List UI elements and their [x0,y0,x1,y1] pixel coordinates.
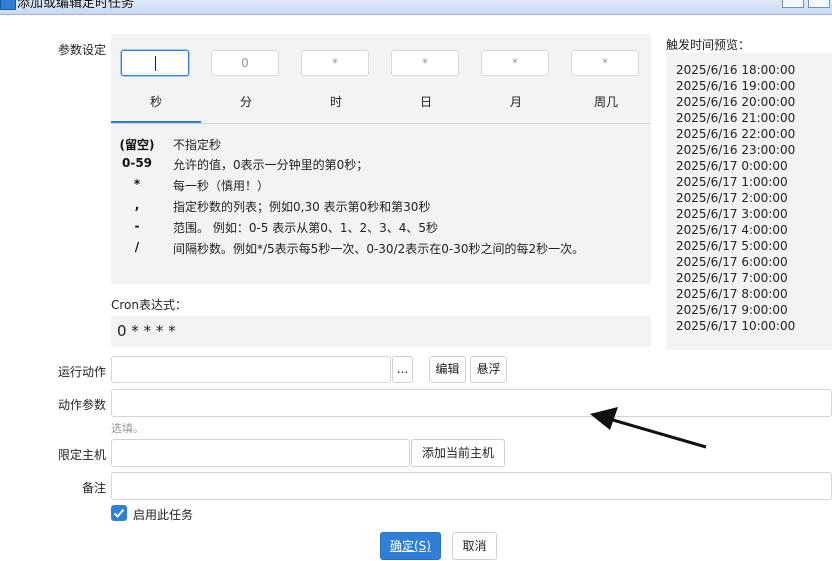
text-caret [154,56,156,71]
second-field[interactable] [121,50,189,76]
preview-item: 2025/6/17 8:00:00 [676,287,788,301]
app-icon [0,0,16,10]
host-input[interactable] [111,439,410,467]
preview-item: 2025/6/16 23:00:00 [676,143,796,157]
tab-divider [111,123,651,124]
action-params-input[interactable] [111,389,832,417]
action-input[interactable] [111,356,391,383]
cancel-button[interactable]: 取消 [452,532,497,560]
add-current-host-button[interactable]: 添加当前主机 [411,439,505,467]
window-title: 添加或编辑定时任务 [17,0,135,11]
preview-item: 2025/6/17 7:00:00 [676,271,788,285]
tab-weekday[interactable]: 周几 [561,93,651,121]
preview-item: 2025/6/17 9:00:00 [676,303,788,317]
minimize-icon[interactable] [782,0,804,8]
preview-title: 触发时间预览： [666,38,751,52]
ok-button[interactable]: 确定(S) [380,532,441,560]
hour-field[interactable]: * [301,50,369,76]
preview-item: 2025/6/17 0:00:00 [676,159,788,173]
pointer-arrow-icon [590,407,707,449]
preview-item: 2025/6/17 6:00:00 [676,255,788,269]
action-label: 运行动作 [58,365,107,379]
edit-button[interactable]: 编辑 [429,356,466,383]
preview-item: 2025/6/17 2:00:00 [676,191,788,205]
float-button[interactable]: 悬浮 [470,356,507,383]
window-titlebar: 添加或编辑定时任务 [0,0,832,15]
minute-field[interactable]: 0 [211,50,279,76]
params-label: 参数设定 [58,43,107,57]
preview-item: 2025/6/16 21:00:00 [676,111,796,125]
preview-item: 2025/6/17 3:00:00 [676,207,788,221]
remark-label: 备注 [82,481,107,495]
action-params-hint: 选填。 [111,422,144,435]
preview-item: 2025/6/17 5:00:00 [676,239,788,253]
tab-second[interactable]: 秒 [111,93,201,123]
close-icon[interactable] [808,0,830,8]
preview-item: 2025/6/17 1:00:00 [676,175,788,189]
preview-item: 2025/6/16 18:00:00 [676,63,796,77]
day-field[interactable]: * [391,50,459,76]
host-label: 限定主机 [58,448,107,462]
action-params-label: 动作参数 [58,398,107,412]
tab-day[interactable]: 日 [381,93,471,121]
cron-expression: 0 * * * * [111,316,651,347]
tab-minute[interactable]: 分 [201,93,291,121]
preview-item: 2025/6/16 19:00:00 [676,79,796,93]
preview-item: 2025/6/17 10:00:00 [676,319,796,333]
preview-list: 2025/6/16 18:00:00 2025/6/16 19:00:00 20… [666,53,832,350]
preview-item: 2025/6/16 20:00:00 [676,95,796,109]
remark-input[interactable] [111,472,832,500]
cron-expression-label: Cron表达式： [111,298,187,312]
preview-item: 2025/6/16 22:00:00 [676,127,796,141]
cron-editor: 0 * * * * 秒 分 时 日 月 周几 (留空) 不指定秒 0-59 允许的值… [111,34,651,284]
tab-month[interactable]: 月 [471,93,561,121]
weekday-field[interactable]: * [571,50,639,76]
month-field[interactable]: * [481,50,549,76]
preview-item: 2025/6/17 4:00:00 [676,223,788,237]
enable-label[interactable]: 启用此任务 [133,506,193,523]
tab-hour[interactable]: 时 [291,93,381,121]
check-icon [113,508,125,518]
enable-checkbox[interactable] [111,505,127,521]
browse-button[interactable]: ... [392,356,413,383]
